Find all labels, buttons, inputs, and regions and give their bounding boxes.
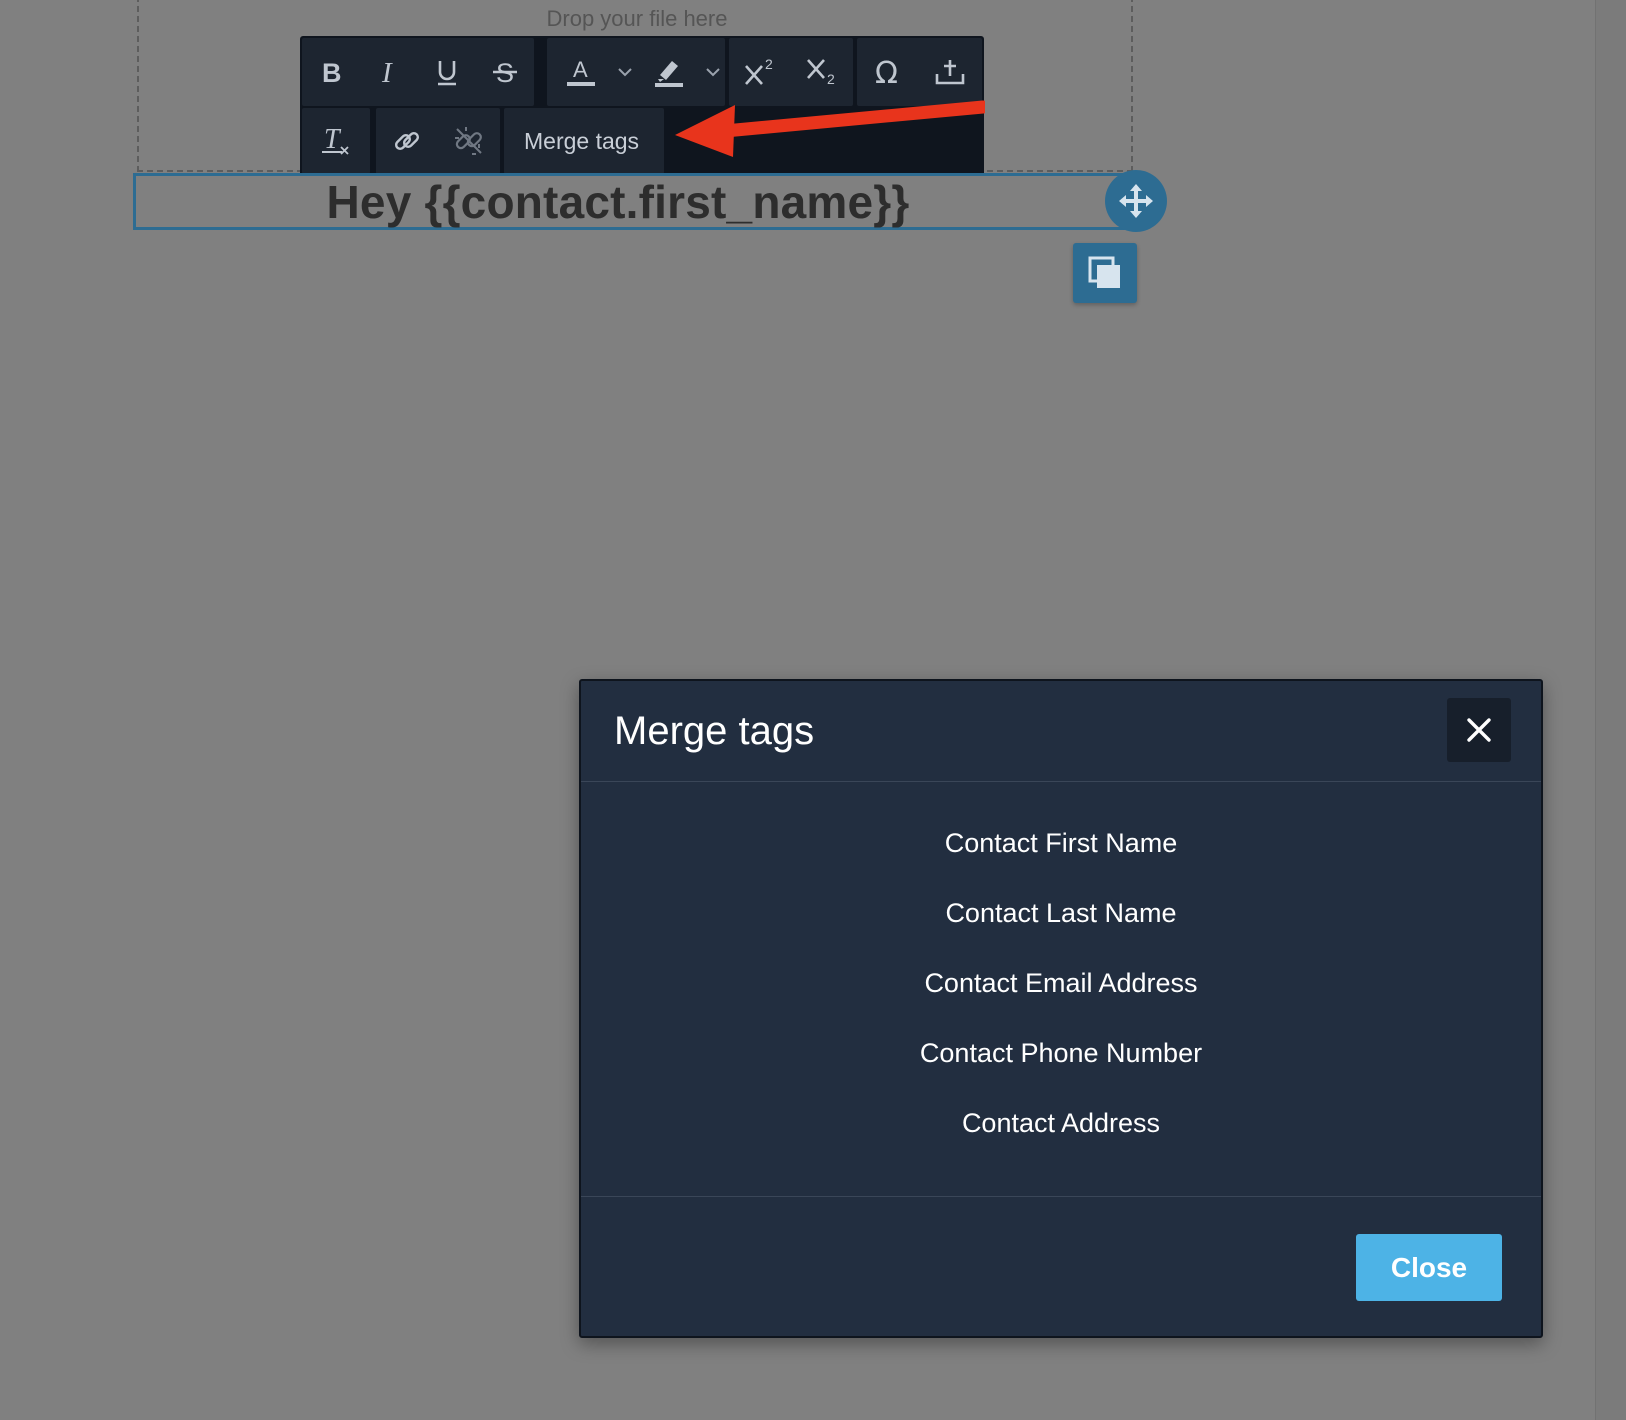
modal-header: Merge tags: [581, 681, 1541, 782]
svg-text:I: I: [381, 57, 393, 87]
modal-close-x-button[interactable]: [1447, 698, 1511, 762]
merge-tags-group: Merge tags: [504, 108, 664, 174]
close-icon: [1467, 718, 1491, 742]
merge-tag-contact-last-name[interactable]: Contact Last Name: [581, 878, 1541, 948]
duplicate-block-button[interactable]: [1073, 243, 1137, 303]
highlight-icon: [655, 61, 683, 87]
subscript-icon: 2: [807, 59, 835, 87]
format-group: B I S: [302, 38, 534, 106]
chevron-down-icon: [706, 68, 720, 77]
heading-block[interactable]: Hey {{contact.first_name}}: [133, 173, 1133, 230]
merge-tag-contact-phone-number[interactable]: Contact Phone Number: [581, 1018, 1541, 1088]
svg-text:2: 2: [765, 56, 773, 72]
svg-text:A: A: [573, 57, 588, 82]
merge-tag-contact-email-address[interactable]: Contact Email Address: [581, 948, 1541, 1018]
merge-tag-contact-first-name[interactable]: Contact First Name: [581, 808, 1541, 878]
merge-tag-list: Contact First Name Contact Last Name Con…: [581, 808, 1541, 1158]
underline-button[interactable]: [418, 38, 476, 106]
merge-tags-modal: Merge tags Contact First Name Contact La…: [579, 679, 1543, 1338]
strikethrough-icon: S: [493, 58, 517, 87]
omega-icon: Ω: [875, 56, 898, 88]
bold-button[interactable]: B: [302, 38, 360, 106]
svg-text:Ω: Ω: [875, 56, 898, 88]
unlink-button[interactable]: [438, 108, 500, 174]
text-color-icon: A: [567, 57, 595, 86]
move-handle[interactable]: [1105, 170, 1167, 232]
italic-button[interactable]: I: [360, 38, 418, 106]
merge-tag-contact-address[interactable]: Contact Address: [581, 1088, 1541, 1158]
svg-text:2: 2: [827, 71, 835, 87]
bold-icon: B: [322, 58, 342, 87]
right-scroll-strip: [1595, 0, 1626, 1420]
text-color-button[interactable]: A: [547, 38, 615, 106]
dropzone-text: Drop your file here: [546, 6, 728, 31]
text-color-dropdown[interactable]: [615, 38, 635, 106]
modal-title: Merge tags: [614, 709, 815, 753]
underline-icon: [438, 61, 456, 86]
chevron-down-icon: [618, 68, 632, 77]
clear-format-icon: T: [322, 124, 349, 155]
clear-group: T: [302, 108, 370, 174]
insert-icon: [935, 60, 965, 85]
heading-text[interactable]: Hey {{contact.first_name}}: [327, 175, 910, 229]
editor-canvas: Drop your file here B I S A 2 2 Ω T Merg…: [0, 0, 1626, 1420]
merge-tags-button[interactable]: Merge tags: [504, 108, 659, 174]
svg-text:B: B: [322, 58, 342, 87]
link-button[interactable]: [376, 108, 438, 174]
move-icon: [1119, 184, 1153, 218]
svg-text:T: T: [324, 124, 342, 155]
italic-icon: I: [381, 57, 393, 87]
close-button[interactable]: Close: [1356, 1234, 1502, 1301]
link-icon: [394, 131, 420, 151]
annotation-arrow-icon: [675, 100, 985, 157]
link-group: [376, 108, 500, 174]
strikethrough-button[interactable]: S: [476, 38, 534, 106]
unlink-icon: [455, 127, 482, 155]
clear-formatting-button[interactable]: T: [302, 108, 370, 174]
superscript-icon: 2: [745, 56, 773, 85]
duplicate-icon: [1088, 256, 1120, 288]
modal-footer: Close: [581, 1196, 1541, 1338]
